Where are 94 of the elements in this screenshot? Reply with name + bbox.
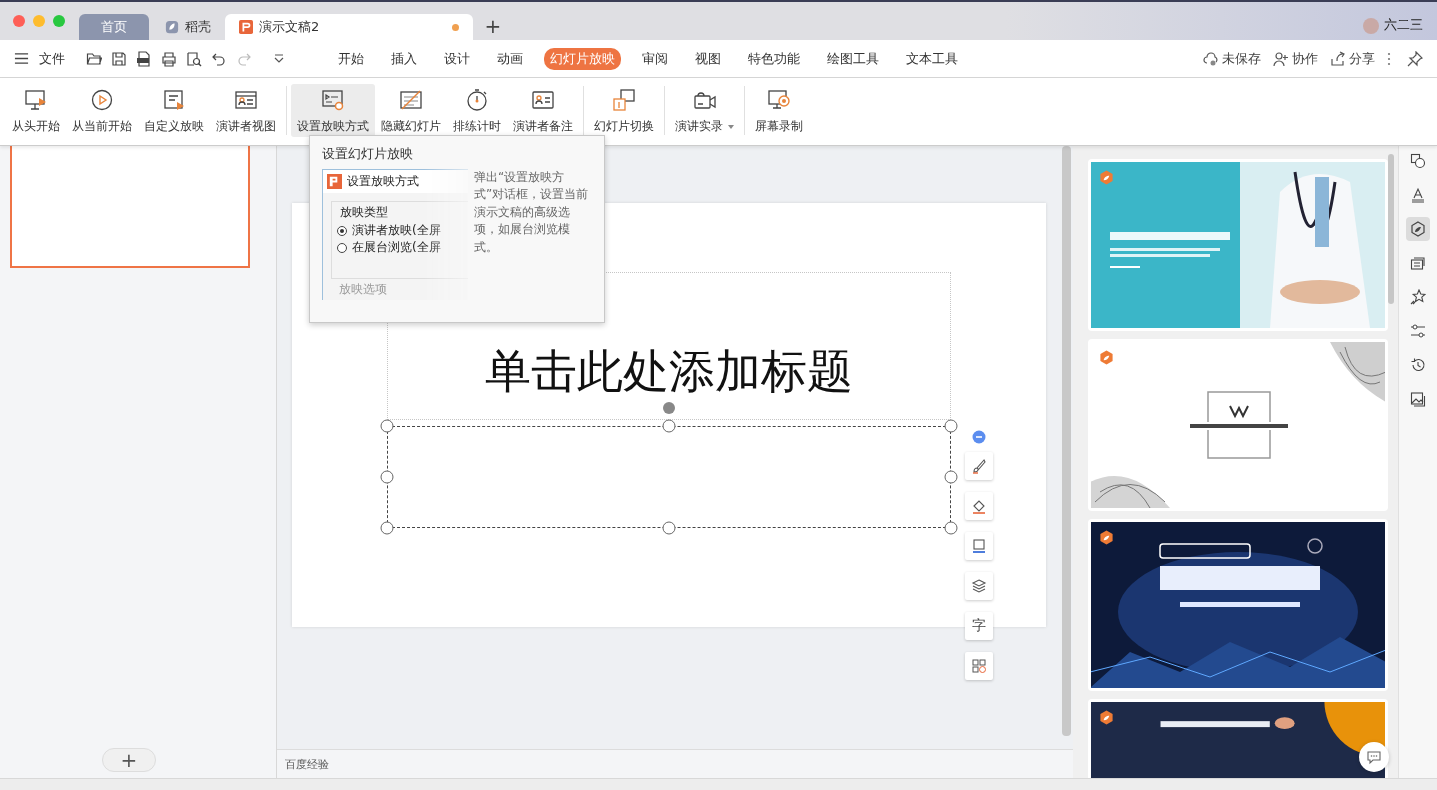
tab-label: 演示文稿2 bbox=[259, 18, 320, 36]
projector-play-icon bbox=[24, 88, 48, 112]
add-user-icon bbox=[1273, 50, 1289, 67]
folder-icon[interactable] bbox=[86, 50, 102, 67]
ribbon-button[interactable]: 从头开始 bbox=[6, 84, 66, 137]
ribbon-tab[interactable]: 设计 bbox=[438, 47, 476, 70]
document-tab[interactable]: 稻壳 bbox=[151, 14, 225, 40]
apps-icon bbox=[970, 658, 987, 674]
ribbon-button[interactable]: 隐藏幻灯片 bbox=[375, 84, 447, 137]
print-preview-icon[interactable] bbox=[186, 50, 202, 67]
tooltip-title: 设置幻灯片放映 bbox=[322, 145, 414, 163]
resize-handle[interactable] bbox=[662, 521, 676, 535]
document-tab[interactable]: 演示文稿2 bbox=[225, 14, 473, 40]
ribbon-tab[interactable]: 绘图工具 bbox=[821, 47, 885, 70]
premium-badge-icon bbox=[1099, 170, 1115, 185]
ribbon-button[interactable]: 屏幕录制 bbox=[749, 84, 809, 137]
group-label: 放映类型 bbox=[337, 204, 391, 221]
monitor-record-icon bbox=[767, 88, 791, 112]
presenter-view-icon bbox=[234, 88, 258, 112]
speaker-notes[interactable]: 百度经验 bbox=[284, 756, 329, 772]
brush-icon bbox=[970, 458, 987, 474]
brush-button[interactable] bbox=[964, 452, 993, 480]
premium-badge-icon bbox=[1099, 710, 1115, 725]
ribbon-button[interactable]: 排练计时 bbox=[447, 84, 507, 137]
collapse-icon[interactable] bbox=[971, 430, 986, 444]
ribbon-button[interactable]: 演讲实录 bbox=[669, 84, 740, 137]
layers-icon bbox=[970, 578, 987, 594]
add-slide-button[interactable]: + bbox=[101, 748, 156, 772]
outline-button[interactable] bbox=[964, 532, 993, 560]
tab-label: 稻壳 bbox=[185, 18, 211, 36]
ribbon-button[interactable]: 设置放映方式 bbox=[291, 84, 375, 137]
pdf-icon[interactable] bbox=[136, 50, 152, 67]
stopwatch-icon bbox=[465, 88, 489, 112]
resize-handle[interactable] bbox=[944, 470, 958, 484]
ribbon-button[interactable]: 自定义放映 bbox=[138, 84, 210, 137]
play-circle-icon bbox=[90, 88, 114, 112]
cloud-icon bbox=[1203, 50, 1219, 67]
save-status-button[interactable]: 未保存 bbox=[1203, 49, 1261, 68]
ribbon-tab[interactable]: 插入 bbox=[385, 47, 423, 70]
ribbon-button[interactable]: 从当前开始 bbox=[66, 84, 138, 137]
save-icon[interactable] bbox=[111, 50, 127, 67]
ribbon-button[interactable]: 幻灯片切换 bbox=[588, 84, 660, 137]
share-button[interactable]: 分享 bbox=[1330, 49, 1375, 68]
menu-icon[interactable] bbox=[14, 51, 29, 66]
slides-icon bbox=[612, 88, 636, 112]
fill-button[interactable] bbox=[964, 492, 993, 520]
pin-icon[interactable] bbox=[1407, 50, 1423, 67]
group-label: 放映选项 bbox=[339, 281, 388, 298]
fill-icon bbox=[970, 498, 987, 514]
resize-handle[interactable] bbox=[380, 470, 394, 484]
chat-icon bbox=[1366, 749, 1383, 765]
ribbon-tab[interactable]: 特色功能 bbox=[742, 47, 806, 70]
text-tool-button[interactable]: 字 bbox=[964, 612, 993, 640]
ribbon-button[interactable]: 演讲者备注 bbox=[507, 84, 579, 137]
file-menu[interactable]: 文件 bbox=[39, 49, 65, 68]
slide-thumbnail[interactable] bbox=[10, 146, 251, 268]
close-window-button[interactable] bbox=[13, 15, 25, 27]
ribbon-tab[interactable]: 审阅 bbox=[636, 47, 674, 70]
premium-badge-icon bbox=[1099, 350, 1115, 365]
ribbon-tab[interactable]: 开始 bbox=[332, 47, 370, 70]
presentation-file-icon bbox=[239, 20, 253, 34]
scrollbar-thumb[interactable] bbox=[1062, 146, 1072, 736]
ribbon-tab[interactable]: 视图 bbox=[689, 47, 727, 70]
radio-label: 在展台浏览(全屏 bbox=[352, 239, 441, 256]
resize-handle[interactable] bbox=[662, 419, 676, 433]
premium-badge-icon bbox=[1099, 530, 1115, 545]
resize-handle[interactable] bbox=[944, 521, 958, 535]
ribbon-tab[interactable]: 文本工具 bbox=[900, 47, 964, 70]
leaf-icon bbox=[165, 20, 179, 34]
contact-card-icon bbox=[531, 88, 555, 112]
ribbon-tab[interactable]: 动画 bbox=[491, 47, 529, 70]
share-icon bbox=[1330, 50, 1346, 67]
leaf-badge-icon[interactable] bbox=[1406, 217, 1430, 241]
print-icon[interactable] bbox=[161, 50, 177, 67]
new-tab-button[interactable]: + bbox=[473, 12, 513, 40]
ribbon-button[interactable]: 演讲者视图 bbox=[210, 84, 282, 137]
user-name[interactable]: 六二三 bbox=[1384, 16, 1423, 34]
dialog-title: 设置放映方式 bbox=[347, 173, 419, 190]
resize-handle[interactable] bbox=[380, 419, 394, 433]
tooltip-description: 弹出“设置放映方式”对话框，设置当前演示文稿的高级选项，如展台浏览模式。 bbox=[474, 169, 590, 256]
frame-icon bbox=[970, 538, 987, 554]
tab-label: 首页 bbox=[101, 18, 127, 36]
collaborate-button[interactable]: 协作 bbox=[1273, 49, 1318, 68]
title-placeholder-text: 单击此处添加标题 bbox=[484, 343, 853, 400]
layers-button[interactable] bbox=[964, 572, 993, 600]
radio-label: 演讲者放映(全屏 bbox=[352, 222, 441, 239]
resize-handle[interactable] bbox=[944, 419, 958, 433]
screen-gear-icon bbox=[321, 88, 345, 112]
document-play-icon bbox=[162, 88, 186, 112]
apps-button[interactable] bbox=[964, 652, 993, 680]
presentation-file-icon bbox=[327, 174, 342, 189]
rotate-handle[interactable] bbox=[662, 402, 675, 414]
crossed-slide-icon bbox=[399, 88, 423, 112]
resize-handle[interactable] bbox=[380, 521, 394, 535]
